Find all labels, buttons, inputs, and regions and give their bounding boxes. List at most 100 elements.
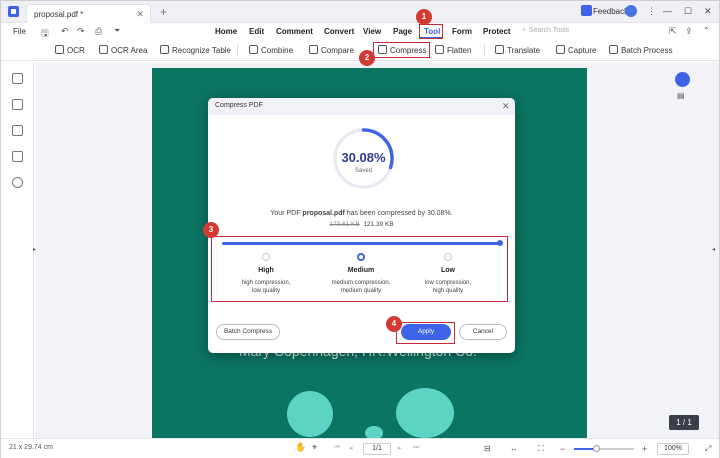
menu-edit[interactable]: Edit <box>249 27 264 36</box>
thumbnail-panel-icon[interactable] <box>12 73 23 84</box>
combine-icon <box>249 45 258 54</box>
search-tools-placeholder: Search Tools <box>528 27 570 34</box>
ocr-area-icon <box>99 45 108 54</box>
page-layout-icon[interactable]: ⊟ <box>484 444 491 453</box>
status-bar: 21 x 29.74 cm ✋ ⌖ ⏮ ◂ 1/1 ▸ ⏭ ⊟ ↔ ⛶ − + … <box>1 438 719 458</box>
table-icon <box>160 45 169 54</box>
title-bar: proposal.pdf * ✕ + Feedback ⋮ — ☐ ✕ <box>1 1 719 23</box>
menu-page[interactable]: Page <box>393 27 412 36</box>
hand-tool-icon[interactable]: ✋ <box>295 442 306 453</box>
compare-button[interactable]: Compare <box>309 45 354 55</box>
overflow-menu-icon[interactable]: ⋮ <box>647 6 656 17</box>
batch-process-button[interactable]: Batch Process <box>609 45 673 55</box>
redo-icon[interactable]: ↷ <box>77 26 85 37</box>
lightbulb-icon: ✧ <box>521 27 527 34</box>
avatar[interactable] <box>625 5 637 17</box>
new-size: 121.39 KB <box>363 221 394 228</box>
annotation-badge-2: 2 <box>359 50 375 66</box>
annotation-badge-4: 4 <box>386 316 402 332</box>
illustration-figure <box>396 388 454 438</box>
new-tab-icon[interactable]: + <box>160 5 167 19</box>
ocr-button[interactable]: OCR <box>55 45 85 55</box>
tab-title: proposal.pdf * <box>34 10 84 19</box>
ocr-icon <box>55 45 64 54</box>
menu-bar: File 🖫 ↶ ↷ ⎙ ⏷ Home Edit Comment Convert… <box>1 23 719 41</box>
collapse-icon[interactable]: ⌃ <box>703 26 710 35</box>
flatten-icon <box>435 45 444 54</box>
search-tools[interactable]: ✧ Search Tools <box>521 26 569 34</box>
batch-process-icon <box>609 45 618 54</box>
print-icon[interactable]: ⎙ <box>95 26 102 37</box>
search-icon[interactable] <box>12 177 23 188</box>
share-icon[interactable]: ⇱ <box>669 26 677 37</box>
close-window-icon[interactable]: ✕ <box>704 6 712 17</box>
zoom-out-icon[interactable]: − <box>560 444 565 454</box>
batch-compress-button[interactable]: Batch Compress <box>216 324 280 340</box>
comment-panel-icon[interactable] <box>12 125 23 136</box>
attachment-icon[interactable] <box>12 151 23 162</box>
feedback-icon[interactable] <box>581 5 592 16</box>
zoom-level-select[interactable]: 100% <box>657 443 689 455</box>
left-sidebar <box>1 62 34 438</box>
original-size: 173.61 KB <box>329 221 360 228</box>
file-name: proposal.pdf <box>302 210 345 217</box>
size-comparison: 173.61 KB 121.39 KB <box>208 221 515 228</box>
next-page-icon[interactable]: ▸ <box>398 444 402 452</box>
capture-icon <box>556 45 565 54</box>
illustration-figure <box>287 391 333 437</box>
menu-home[interactable]: Home <box>215 27 237 36</box>
ai-assistant-icon[interactable] <box>675 72 690 87</box>
close-tab-icon[interactable]: ✕ <box>136 9 144 20</box>
fit-page-icon[interactable]: ⛶ <box>538 444 544 454</box>
menu-convert[interactable]: Convert <box>324 27 354 36</box>
zoom-slider-handle[interactable] <box>593 445 600 452</box>
annotation-box-apply <box>396 322 455 344</box>
page-indicator: 1 / 1 <box>669 415 699 430</box>
app-logo-icon <box>8 6 19 17</box>
bookmark-icon[interactable] <box>12 99 23 110</box>
annotation-box-options <box>211 236 508 302</box>
first-page-icon[interactable]: ⏮ <box>334 444 340 452</box>
save-icon[interactable]: 🖫 <box>41 26 49 42</box>
saved-percentage: 30.08% <box>341 150 386 165</box>
menu-comment[interactable]: Comment <box>276 27 313 36</box>
dialog-title: Compress PDF <box>215 102 263 109</box>
annotation-box-tool <box>419 24 443 39</box>
capture-button[interactable]: Capture <box>556 45 596 55</box>
compress-pdf-dialog: Compress PDF ✕ 30.08% Saved Your PDF pro… <box>208 98 515 353</box>
flatten-button[interactable]: Flatten <box>435 45 471 55</box>
menu-form[interactable]: Form <box>452 27 472 36</box>
combine-button[interactable]: Combine <box>249 45 293 55</box>
upload-icon[interactable]: ⇪ <box>685 26 693 37</box>
select-tool-icon[interactable]: ⌖ <box>312 442 317 453</box>
page-number-input[interactable]: 1/1 <box>363 443 391 455</box>
translate-icon <box>495 45 504 54</box>
ocr-area-button[interactable]: OCR Area <box>99 45 147 55</box>
annotation-badge-1: 1 <box>416 9 432 25</box>
menu-protect[interactable]: Protect <box>483 27 511 36</box>
dialog-header: Compress PDF ✕ <box>208 98 515 115</box>
feedback-label[interactable]: Feedback <box>593 7 628 16</box>
prev-page-icon[interactable]: ◂ <box>349 444 353 452</box>
expand-left-panel-icon[interactable]: ▸ <box>33 246 36 253</box>
minimize-icon[interactable]: — <box>663 6 672 16</box>
zoom-in-icon[interactable]: + <box>642 444 647 454</box>
toolbar-divider <box>484 45 485 56</box>
last-page-icon[interactable]: ⏭ <box>413 444 419 452</box>
properties-icon[interactable]: ▤ <box>677 91 685 100</box>
page-size-readout: 21 x 29.74 cm <box>9 444 53 451</box>
menu-file[interactable]: File <box>13 27 26 36</box>
fullscreen-icon[interactable]: ⤢ <box>705 444 711 454</box>
cancel-button[interactable]: Cancel <box>459 324 507 340</box>
undo-icon[interactable]: ↶ <box>61 26 69 37</box>
document-tab[interactable]: proposal.pdf * ✕ <box>26 4 151 23</box>
close-icon[interactable]: ✕ <box>502 101 510 112</box>
fit-width-icon[interactable]: ↔ <box>510 444 518 453</box>
expand-right-panel-icon[interactable]: ◂ <box>712 246 715 253</box>
maximize-icon[interactable]: ☐ <box>684 6 692 17</box>
menu-view[interactable]: View <box>363 27 381 36</box>
compare-icon <box>309 45 318 54</box>
recognize-table-button[interactable]: Recognize Table <box>160 45 231 55</box>
translate-button[interactable]: Translate <box>495 45 540 55</box>
customize-dropdown-icon[interactable]: ⏷ <box>114 26 120 36</box>
